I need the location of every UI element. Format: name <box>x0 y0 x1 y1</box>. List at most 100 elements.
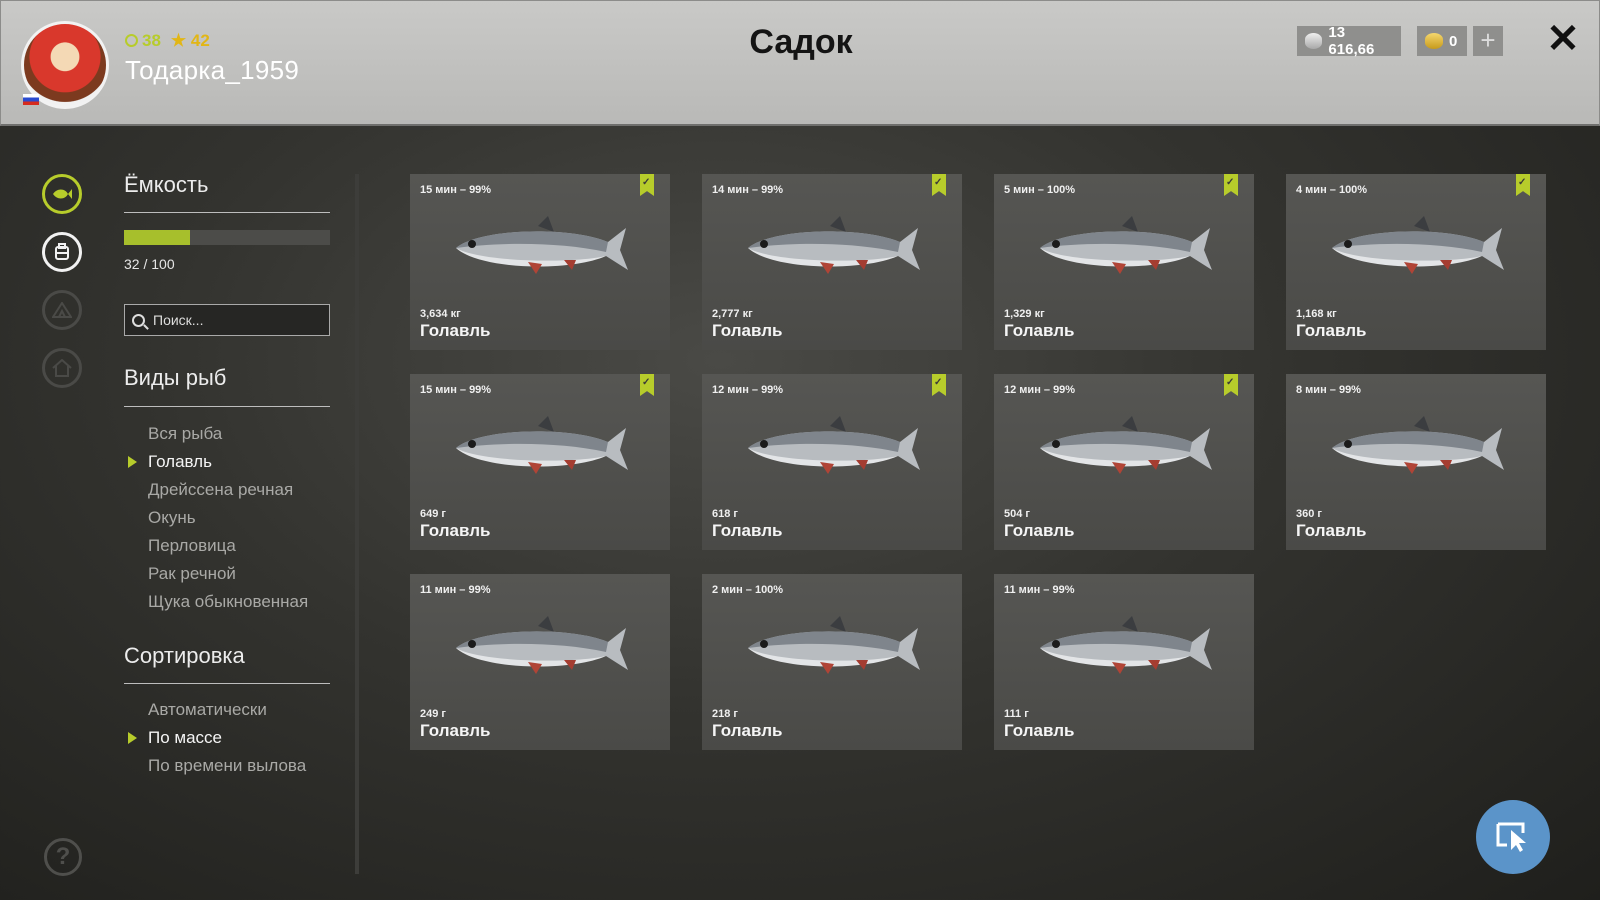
fish-image <box>748 216 920 274</box>
species-divider <box>124 406 330 407</box>
fish-image <box>1040 616 1212 674</box>
catch-time: 5 мин – 100% <box>1004 184 1076 196</box>
backpack-tab-icon[interactable] <box>42 232 82 272</box>
fish-card[interactable]: 11 мин – 99% 249 г Голавль <box>410 574 670 750</box>
catch-time: 14 мин – 99% <box>712 184 784 196</box>
gold-amount: 0 <box>1449 32 1458 50</box>
fish-card[interactable]: 14 мин – 99% 2,777 кгГолавль <box>702 174 962 350</box>
capacity-divider <box>124 212 330 213</box>
search-input[interactable] <box>151 311 325 329</box>
help-button[interactable]: ? <box>44 838 82 876</box>
catch-time: 15 мин – 99% <box>420 184 492 196</box>
house-icon <box>52 359 72 377</box>
capacity-text: 32 / 100 <box>124 256 175 272</box>
search-icon <box>132 313 145 327</box>
cursor-icon <box>1496 822 1526 852</box>
bookmark-icon[interactable] <box>1224 374 1238 396</box>
fish-weight: 649 г <box>420 508 446 520</box>
fish-image <box>1332 416 1504 474</box>
catch-time: 11 мин – 99% <box>1004 584 1075 596</box>
close-button[interactable]: ✕ <box>1543 19 1583 59</box>
species-item[interactable]: Голавль <box>148 452 212 472</box>
bookmark-icon[interactable] <box>1224 174 1238 196</box>
fish-name: Голавль <box>1296 321 1367 340</box>
catch-time: 12 мин – 99% <box>1004 384 1076 396</box>
fish-weight: 504 г <box>1004 508 1030 520</box>
fish-name: Голавль <box>420 321 491 340</box>
fish-weight: 218 г <box>712 708 738 720</box>
fish-card[interactable]: 8 мин – 99% 360 г Голавль <box>1286 374 1546 550</box>
species-item[interactable]: Рак речной <box>148 564 236 584</box>
panel-divider <box>355 174 359 874</box>
fish-card[interactable]: 2 мин – 100% 218 г Голавль <box>702 574 962 750</box>
catch-time: 12 мин – 99% <box>712 384 784 396</box>
camp-tab-icon[interactable] <box>42 290 82 330</box>
bookmark-icon[interactable] <box>932 174 946 196</box>
home-tab-icon[interactable] <box>42 348 82 388</box>
species-item[interactable]: Перловица <box>148 536 236 556</box>
fish-card[interactable]: 15 мин – 99% 3,634 кгГолавль <box>410 174 670 350</box>
top-bar: 38 ★ 42 Тодарка_1959 Садок 13 616,66 0 +… <box>0 0 1600 126</box>
fish-weight: 1,329 кг <box>1004 308 1045 320</box>
keepnet-tab-fish-icon[interactable] <box>42 174 82 214</box>
species-item[interactable]: Дрейссена речная <box>148 480 293 500</box>
search-field[interactable] <box>124 304 330 336</box>
fish-name: Голавль <box>1296 521 1367 540</box>
tent-icon <box>52 302 72 318</box>
sort-option[interactable]: По времени вылова <box>148 756 306 776</box>
fish-image <box>748 416 920 474</box>
fish-card[interactable]: 15 мин – 99% 649 гГолавль <box>410 374 670 550</box>
species-title: Виды рыб <box>124 365 227 390</box>
fish-weight: 3,634 кг <box>420 308 461 320</box>
bookmark-icon[interactable] <box>640 174 654 196</box>
fish-name: Голавль <box>712 721 783 740</box>
gold-balance: 0 <box>1417 26 1467 56</box>
catch-time: 8 мин – 99% <box>1296 384 1361 396</box>
country-flag-icon <box>23 94 39 105</box>
fish-image <box>1040 216 1212 274</box>
capacity-bar <box>124 230 330 245</box>
silver-amount: 13 616,66 <box>1328 24 1375 58</box>
fish-weight: 360 г <box>1296 508 1322 520</box>
catch-time: 11 мин – 99% <box>420 584 491 596</box>
fish-image <box>456 416 628 474</box>
capacity-bar-fill <box>124 230 190 245</box>
bookmark-icon[interactable] <box>640 374 654 396</box>
fish-card[interactable]: 11 мин – 99% 111 г Голавль <box>994 574 1254 750</box>
fish-card[interactable]: 4 мин – 100% 1,168 кгГолавль <box>1286 174 1546 350</box>
catch-time: 4 мин – 100% <box>1296 184 1368 196</box>
cursor-mode-button[interactable] <box>1476 800 1550 874</box>
fish-name: Голавль <box>1004 321 1075 340</box>
species-item[interactable]: Окунь <box>148 508 196 528</box>
fish-image <box>1040 416 1212 474</box>
fish-weight: 111 г <box>1004 708 1029 720</box>
selected-arrow-icon <box>128 732 137 744</box>
fish-image <box>748 616 920 674</box>
species-item[interactable]: Щука обыкновенная <box>148 592 308 612</box>
bookmark-icon[interactable] <box>932 374 946 396</box>
selected-arrow-icon <box>128 456 137 468</box>
fish-name: Голавль <box>420 721 491 740</box>
species-item[interactable]: Вся рыба <box>148 424 222 444</box>
fish-card[interactable]: 5 мин – 100% 1,329 кгГолавль <box>994 174 1254 350</box>
fish-name: Голавль <box>420 521 491 540</box>
fish-icon <box>53 189 72 199</box>
fish-image <box>1332 216 1504 274</box>
sort-option[interactable]: По массе <box>148 728 222 748</box>
bookmark-icon[interactable] <box>1516 174 1530 196</box>
add-gold-button[interactable]: + <box>1473 26 1503 56</box>
fish-card[interactable]: 12 мин – 99% 504 гГолавль <box>994 374 1254 550</box>
fish-name: Голавль <box>712 321 783 340</box>
catch-time: 2 мин – 100% <box>712 584 784 596</box>
fish-card[interactable]: 12 мин – 99% 618 гГолавль <box>702 374 962 550</box>
fish-name: Голавль <box>712 521 783 540</box>
sort-option[interactable]: Автоматически <box>148 700 267 720</box>
fish-weight: 249 г <box>420 708 446 720</box>
silver-balance: 13 616,66 <box>1297 24 1401 58</box>
fish-name: Голавль <box>1004 521 1075 540</box>
capacity-title: Ёмкость <box>124 172 209 197</box>
fish-weight: 1,168 кг <box>1296 308 1337 320</box>
catch-time: 15 мин – 99% <box>420 384 492 396</box>
gold-coin-icon <box>1425 33 1443 49</box>
silver-coin-icon <box>1305 33 1323 49</box>
